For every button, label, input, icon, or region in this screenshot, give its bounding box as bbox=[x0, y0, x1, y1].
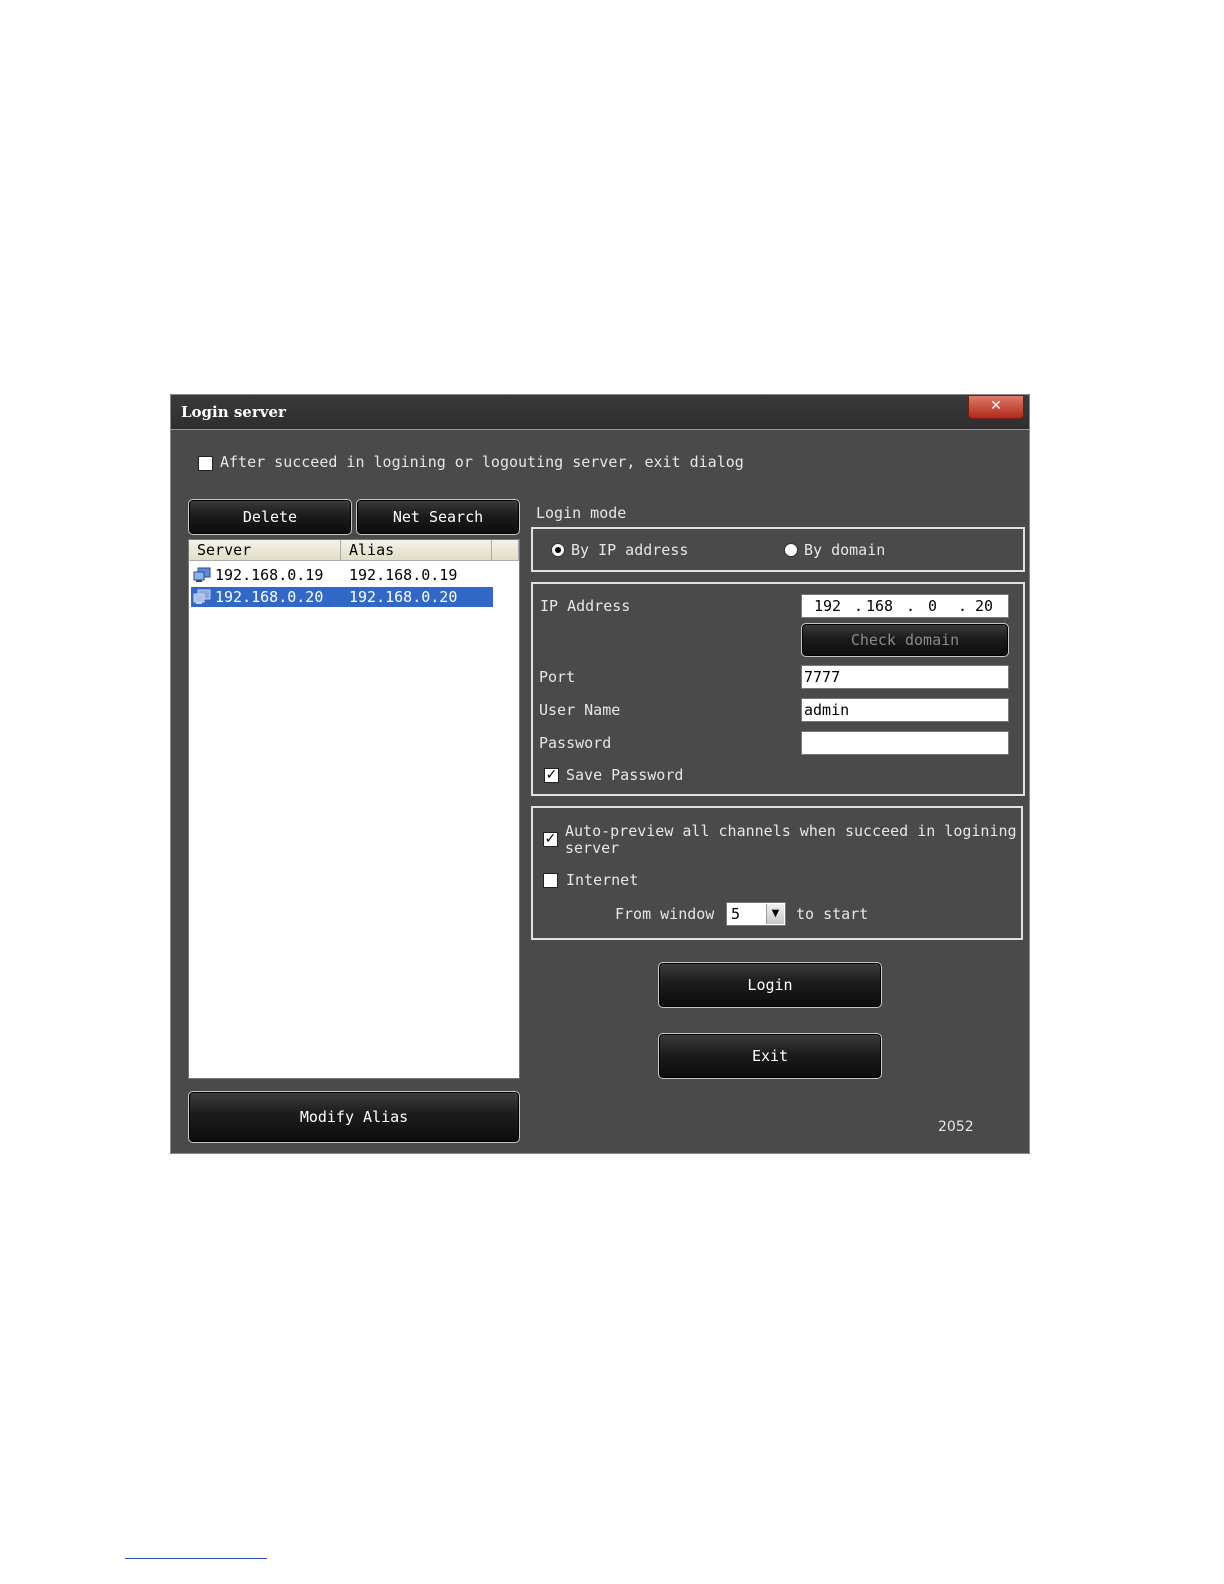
server-address: 192.168.0.19 bbox=[215, 566, 324, 584]
check-domain-button[interactable]: Check domain bbox=[801, 623, 1009, 657]
username-label: User Name bbox=[539, 701, 621, 719]
login-server-dialog: Login server ✕ After succeed in logining… bbox=[170, 394, 1030, 1154]
preview-options-group: ✓ Auto-preview all channels when succeed… bbox=[531, 806, 1023, 940]
radio-selected-dot bbox=[555, 547, 561, 553]
modify-alias-button[interactable]: Modify Alias bbox=[188, 1091, 520, 1143]
port-input[interactable]: 7777 bbox=[801, 665, 1009, 689]
internet-checkbox[interactable] bbox=[543, 873, 558, 888]
chevron-down-icon[interactable]: ▼ bbox=[766, 904, 784, 924]
login-mode-group: By IP address By domain bbox=[531, 527, 1025, 572]
exit-button-label: Exit bbox=[751, 1047, 789, 1065]
server-alias: 192.168.0.19 bbox=[349, 566, 458, 584]
server-computer-icon bbox=[193, 567, 211, 582]
title-bar: Login server ✕ bbox=[171, 395, 1029, 430]
ip-address-label: IP Address bbox=[540, 597, 631, 615]
by-domain-radio[interactable] bbox=[784, 543, 798, 557]
login-button[interactable]: Login bbox=[658, 962, 882, 1008]
modify-alias-button-label: Modify Alias bbox=[299, 1108, 409, 1126]
delete-button[interactable]: Delete bbox=[188, 499, 352, 535]
connection-group: IP Address 192 . 168 . 0 . 20 Check doma… bbox=[531, 582, 1025, 796]
internet-label: Internet bbox=[566, 871, 639, 889]
version-number: 2052 bbox=[938, 1119, 974, 1135]
delete-button-label: Delete bbox=[242, 508, 298, 526]
ip-octet-2[interactable]: 168 bbox=[866, 595, 893, 617]
ip-dot: . bbox=[854, 597, 864, 615]
password-input[interactable] bbox=[801, 731, 1009, 755]
ip-octet-1[interactable]: 192 bbox=[814, 595, 841, 617]
window-title: Login server bbox=[181, 403, 286, 421]
check-domain-button-label: Check domain bbox=[850, 631, 960, 649]
ip-octet-3[interactable]: 0 bbox=[928, 595, 937, 617]
footnote-separator bbox=[125, 1558, 267, 1559]
login-button-label: Login bbox=[747, 976, 793, 994]
by-ip-label: By IP address bbox=[571, 541, 689, 559]
auto-preview-label-line2: server bbox=[565, 839, 620, 857]
ip-octet-4[interactable]: 20 bbox=[975, 595, 993, 617]
exit-after-login-checkbox[interactable] bbox=[198, 456, 213, 471]
save-password-label: Save Password bbox=[566, 766, 684, 784]
column-header-server[interactable]: Server bbox=[189, 540, 341, 561]
server-row[interactable]: 192.168.0.19 192.168.0.19 bbox=[191, 565, 493, 585]
column-header-alias[interactable]: Alias bbox=[341, 540, 492, 561]
to-start-label: to start bbox=[796, 905, 869, 923]
save-password-checkbox[interactable]: ✓ bbox=[544, 768, 559, 783]
by-ip-radio[interactable] bbox=[551, 543, 565, 557]
username-input[interactable]: admin bbox=[801, 698, 1009, 722]
ip-address-field[interactable]: 192 . 168 . 0 . 20 bbox=[801, 594, 1009, 618]
ip-dot: . bbox=[906, 597, 916, 615]
ip-dot: . bbox=[958, 597, 968, 615]
start-window-select[interactable]: 5 ▼ bbox=[726, 902, 786, 926]
column-header-filler bbox=[492, 540, 519, 561]
from-window-label: From window bbox=[615, 905, 715, 923]
exit-button[interactable]: Exit bbox=[658, 1033, 882, 1079]
start-window-value: 5 bbox=[731, 905, 741, 923]
server-address: 192.168.0.20 bbox=[215, 588, 324, 606]
exit-after-login-label: After succeed in logining or logouting s… bbox=[220, 453, 744, 471]
server-alias: 192.168.0.20 bbox=[349, 588, 458, 606]
port-label: Port bbox=[539, 668, 576, 686]
server-list[interactable]: Server Alias 192.168.0.19 192.168.0.19 1… bbox=[188, 539, 520, 1079]
server-computer-icon bbox=[193, 589, 211, 604]
server-row-selected[interactable]: 192.168.0.20 192.168.0.20 bbox=[191, 587, 493, 607]
net-search-button[interactable]: Net Search bbox=[356, 499, 520, 535]
by-domain-label: By domain bbox=[804, 541, 886, 559]
auto-preview-label-line1: Auto-preview all channels when succeed i… bbox=[565, 822, 1017, 840]
close-button[interactable]: ✕ bbox=[968, 395, 1024, 419]
net-search-button-label: Net Search bbox=[392, 508, 484, 526]
auto-preview-checkbox[interactable]: ✓ bbox=[543, 832, 558, 847]
login-mode-heading: Login mode bbox=[536, 504, 627, 522]
password-label: Password bbox=[539, 734, 612, 752]
